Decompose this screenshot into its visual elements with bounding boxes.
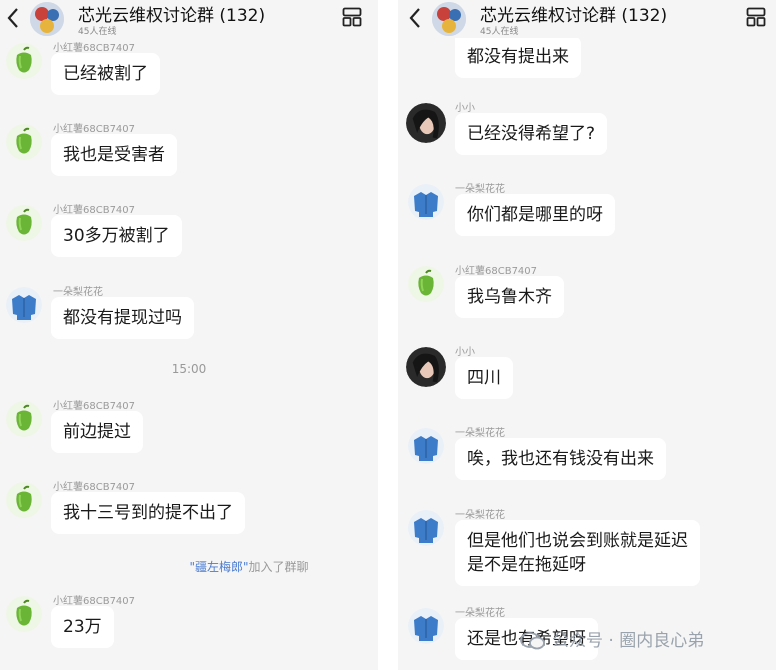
watermark-text: 公众号 · 圈内良心弟 <box>552 631 705 651</box>
sender-name: 一朵梨花花 <box>455 608 505 619</box>
message-bubble[interactable]: 但是他们也说会到账就是延迟 是不是在拖延呀 <box>455 520 700 586</box>
sender-name: 小红薯68CB7407 <box>53 205 136 216</box>
pepper-icon[interactable] <box>6 401 42 437</box>
wechat-icon <box>520 632 545 650</box>
sender-name: 小小 <box>455 103 475 114</box>
pepper-icon[interactable] <box>6 205 42 241</box>
message-bubble[interactable]: 23万 <box>51 606 114 648</box>
sender-name: 一朵梨花花 <box>53 287 103 298</box>
joined-member-name[interactable]: "疆左梅郎" <box>189 560 248 574</box>
back-icon[interactable] <box>408 6 422 30</box>
message-bubble[interactable]: 30多万被割了 <box>51 215 182 257</box>
sender-name: 小红薯68CB7407 <box>53 596 136 607</box>
message-bubble[interactable]: 已经没得希望了? <box>455 113 608 155</box>
online-count: 45人在线 <box>78 27 117 37</box>
message-line: 是不是在拖延呀 <box>467 555 586 575</box>
message-bubble[interactable]: 已经被割了 <box>51 53 160 95</box>
panel-divider <box>378 0 398 670</box>
back-icon[interactable] <box>6 6 20 30</box>
sender-name: 一朵梨花花 <box>455 428 505 439</box>
pepper-icon[interactable] <box>6 596 42 632</box>
group-avatar[interactable] <box>432 2 466 36</box>
joined-text: 加入了群聊 <box>248 560 309 574</box>
jacket-icon[interactable] <box>6 287 42 323</box>
group-title: 芯光云维权讨论群 (132) <box>78 6 266 26</box>
sender-name: 小红薯68CB7407 <box>53 124 136 135</box>
menu-icon[interactable] <box>342 7 362 27</box>
sender-name: 小红薯68CB7407 <box>455 266 538 277</box>
message-bubble[interactable]: 我乌鲁木齐 <box>455 276 564 318</box>
message-bubble[interactable]: 我十三号到的提不出了 <box>51 492 245 534</box>
sender-name: 一朵梨花花 <box>455 184 505 195</box>
group-title: 芯光云维权讨论群 (132) <box>480 6 668 26</box>
left-chat-panel: 芯光云维权讨论群 (132) 45人在线 小红薯68CB7407 已经被割了 小… <box>0 0 378 670</box>
girl-avatar[interactable] <box>406 103 446 143</box>
message-bubble[interactable]: 都没有提现过吗 <box>51 297 194 339</box>
menu-icon[interactable] <box>746 7 766 27</box>
jacket-icon[interactable] <box>408 510 444 546</box>
pepper-icon[interactable] <box>6 482 42 518</box>
message-bubble[interactable]: 都没有提出来 <box>455 36 581 78</box>
sender-name: 一朵梨花花 <box>455 510 505 521</box>
group-avatar[interactable] <box>30 2 64 36</box>
sender-name: 小红薯68CB7407 <box>53 43 136 54</box>
pepper-icon[interactable] <box>408 266 444 302</box>
sender-name: 小红薯68CB7407 <box>53 482 136 493</box>
chat-header: 芯光云维权讨论群 (132) 45人在线 <box>0 0 378 38</box>
time-separator: 15:00 <box>171 362 207 376</box>
message-line: 但是他们也说会到账就是延迟 <box>467 531 688 551</box>
sender-name: 小小 <box>455 347 475 358</box>
message-bubble[interactable]: 你们都是哪里的呀 <box>455 194 615 236</box>
girl-avatar[interactable] <box>406 347 446 387</box>
system-notice: "疆左梅郎"加入了群聊 <box>60 558 378 575</box>
jacket-icon[interactable] <box>408 184 444 220</box>
pepper-icon[interactable] <box>6 43 42 79</box>
message-bubble[interactable]: 唉，我也还有钱没有出来 <box>455 438 666 480</box>
jacket-icon[interactable] <box>408 428 444 464</box>
message-bubble[interactable]: 前边提过 <box>51 411 143 453</box>
jacket-icon[interactable] <box>408 608 444 644</box>
right-chat-panel: 都没有提出来 芯光云维权讨论群 (132) 45人在线 小小 已经没得希望了? … <box>398 0 776 670</box>
chat-header: 芯光云维权讨论群 (132) 45人在线 <box>398 0 776 38</box>
pepper-icon[interactable] <box>6 124 42 160</box>
message-bubble[interactable]: 四川 <box>455 357 513 399</box>
sender-name: 小红薯68CB7407 <box>53 401 136 412</box>
message-bubble[interactable]: 我也是受害者 <box>51 134 177 176</box>
online-count: 45人在线 <box>480 27 519 37</box>
watermark: 公众号 · 圈内良心弟 <box>520 626 704 652</box>
